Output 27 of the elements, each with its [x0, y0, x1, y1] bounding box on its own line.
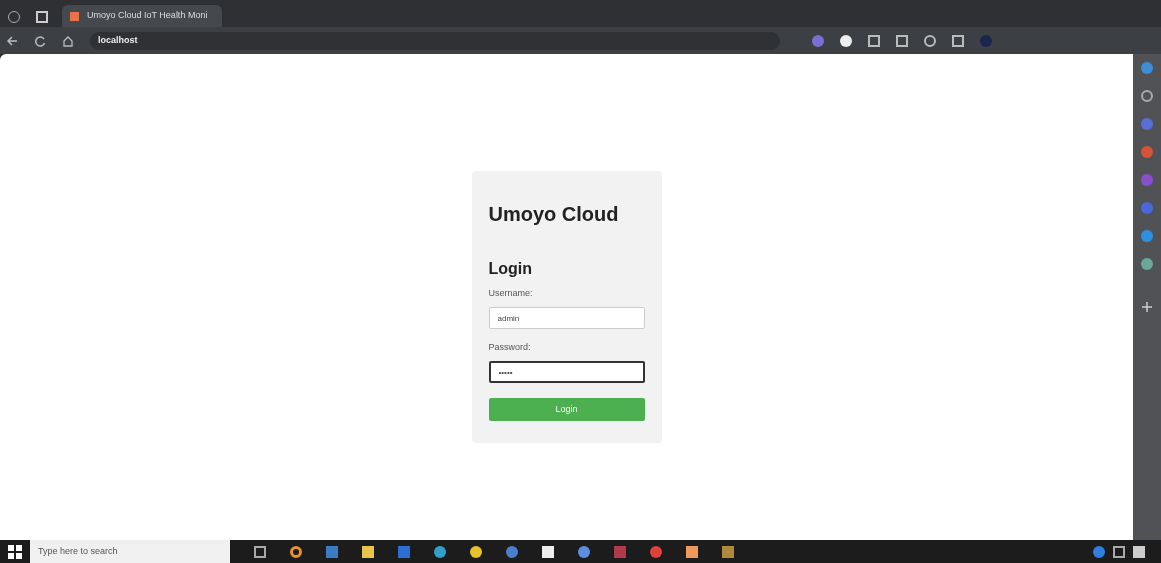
taskbar-app-icon[interactable] [578, 545, 590, 558]
extension-icon[interactable] [840, 34, 852, 47]
sidebar-app-icon[interactable] [1141, 258, 1153, 270]
browser-tab[interactable]: Umoyo Cloud IoT Health Moni [62, 5, 222, 27]
taskbar-app-icon[interactable] [722, 545, 734, 558]
refresh-icon[interactable] [34, 34, 46, 47]
tray-icon[interactable] [1093, 545, 1105, 558]
field-label: Username: [488, 287, 534, 300]
login-heading: Login [488, 259, 534, 279]
tab-title: Umoyo Cloud IoT Health Moni [87, 9, 208, 23]
search-icon[interactable] [1141, 90, 1153, 102]
back-icon[interactable] [6, 34, 18, 47]
taskbar-app-icon[interactable] [686, 545, 698, 558]
search-icon[interactable] [290, 545, 302, 558]
taskbar-app-icon[interactable] [398, 545, 410, 558]
input-field[interactable]: ••••• [488, 361, 645, 383]
taskbar-search-field[interactable]: Type here to search [30, 540, 230, 563]
field-label: Password: [488, 341, 532, 354]
address-bar[interactable]: localhost [90, 31, 780, 50]
add-icon[interactable] [1142, 302, 1152, 312]
taskbar-app-icon[interactable] [506, 545, 518, 558]
home-icon[interactable] [62, 34, 74, 47]
taskbar-app-icon[interactable] [326, 545, 338, 558]
brand-title: Umoyo Cloud [488, 202, 620, 227]
favicon-icon [70, 11, 79, 21]
windows-start-icon[interactable] [8, 544, 22, 559]
input-field[interactable]: admin [488, 307, 645, 329]
